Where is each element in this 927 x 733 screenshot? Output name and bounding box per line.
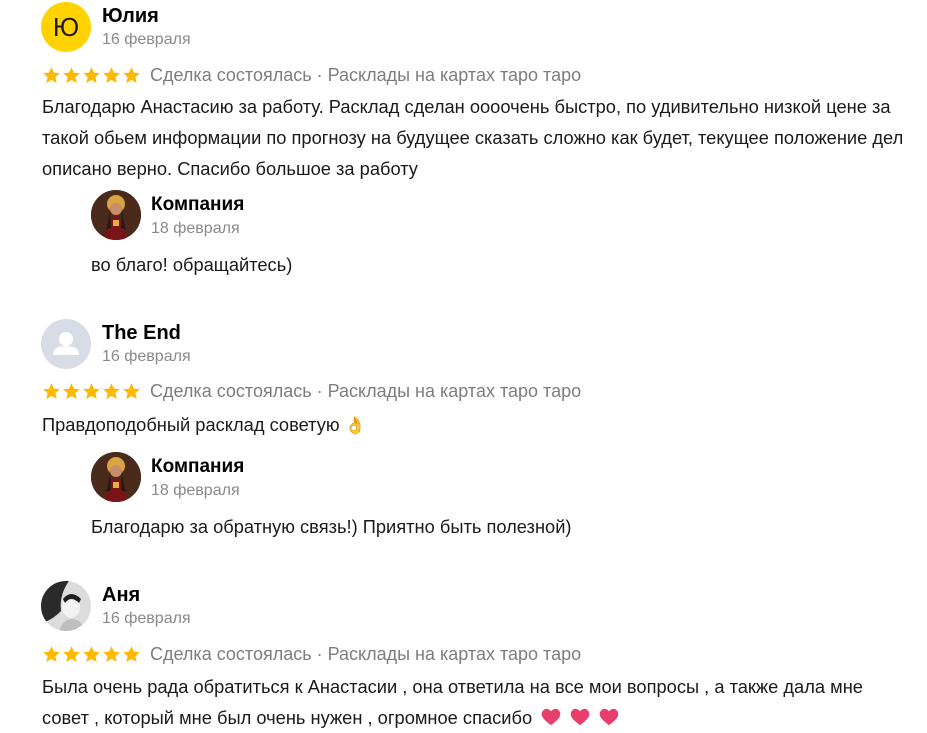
star-icon — [103, 382, 120, 399]
review-date: 16 февраля — [102, 348, 191, 365]
deal-meta: Сделка состоялась · Расклады на картах т… — [150, 643, 582, 664]
ok-hand-emoji: 👌 — [344, 416, 366, 435]
review-author[interactable]: Юлия — [102, 5, 159, 28]
user-placeholder-icon — [53, 332, 79, 355]
star-icon — [63, 66, 80, 83]
star-icon — [83, 382, 100, 399]
deal-meta: Сделка состоялась · Расклады на картах т… — [150, 64, 582, 85]
reply-text: Благодарю за обратную связь!) Приятно бы… — [91, 516, 572, 537]
review-text-body: Была очень рада обратиться к Анастасии ,… — [42, 676, 863, 728]
star-icon — [43, 66, 60, 83]
star-icon — [43, 645, 60, 662]
reply-author[interactable]: Компания — [151, 194, 244, 216]
star-icon — [123, 645, 140, 662]
rating-line: Сделка состоялась · Расклады на картах т… — [42, 643, 581, 665]
avatar-letter: Ю — [52, 11, 80, 42]
avatar[interactable] — [41, 581, 91, 631]
star-icon — [43, 382, 60, 399]
review-text-body: Правдоподобный расклад советую — [42, 414, 340, 435]
heart-icon — [600, 708, 619, 726]
reply-author[interactable]: Компания — [151, 456, 244, 478]
star-rating — [42, 382, 141, 401]
reply-date: 18 февраля — [151, 482, 240, 499]
reply-text: во благо! обращайтесь) — [91, 254, 293, 275]
review-date: 16 февраля — [102, 610, 191, 627]
star-icon — [123, 382, 140, 399]
tarot-portrait-icon — [91, 190, 141, 240]
deal-meta: Сделка состоялась · Расклады на картах т… — [150, 380, 582, 401]
review-text: Была очень рада обратиться к Анастасии ,… — [42, 671, 912, 733]
star-icon — [83, 645, 100, 662]
reply-date: 18 февраля — [151, 220, 240, 237]
star-icon — [123, 66, 140, 83]
star-icon — [63, 382, 80, 399]
rating-line: Сделка состоялась · Расклады на картах т… — [42, 380, 581, 402]
heart-icon — [541, 708, 561, 726]
star-icon — [103, 66, 120, 83]
user-photo-icon — [41, 581, 91, 631]
star-rating — [42, 66, 141, 85]
review-author[interactable]: Аня — [102, 584, 140, 607]
star-icon — [83, 66, 100, 83]
review-date: 16 февраля — [102, 31, 191, 48]
review-author[interactable]: The End — [102, 322, 181, 345]
tarot-portrait-icon — [91, 452, 141, 502]
company-avatar[interactable] — [91, 452, 141, 502]
company-avatar[interactable] — [91, 190, 141, 240]
heart-icon — [571, 708, 590, 726]
star-icon — [63, 645, 80, 662]
avatar[interactable]: Ю — [41, 2, 91, 52]
star-rating — [42, 645, 141, 664]
rating-line: Сделка состоялась · Расклады на картах т… — [42, 64, 581, 86]
review-text: Правдоподобный расклад советую 👌 — [42, 409, 922, 441]
avatar[interactable] — [41, 319, 91, 369]
star-icon — [103, 645, 120, 662]
review-text: Благодарю Анастасию за работу. Расклад с… — [42, 96, 904, 179]
